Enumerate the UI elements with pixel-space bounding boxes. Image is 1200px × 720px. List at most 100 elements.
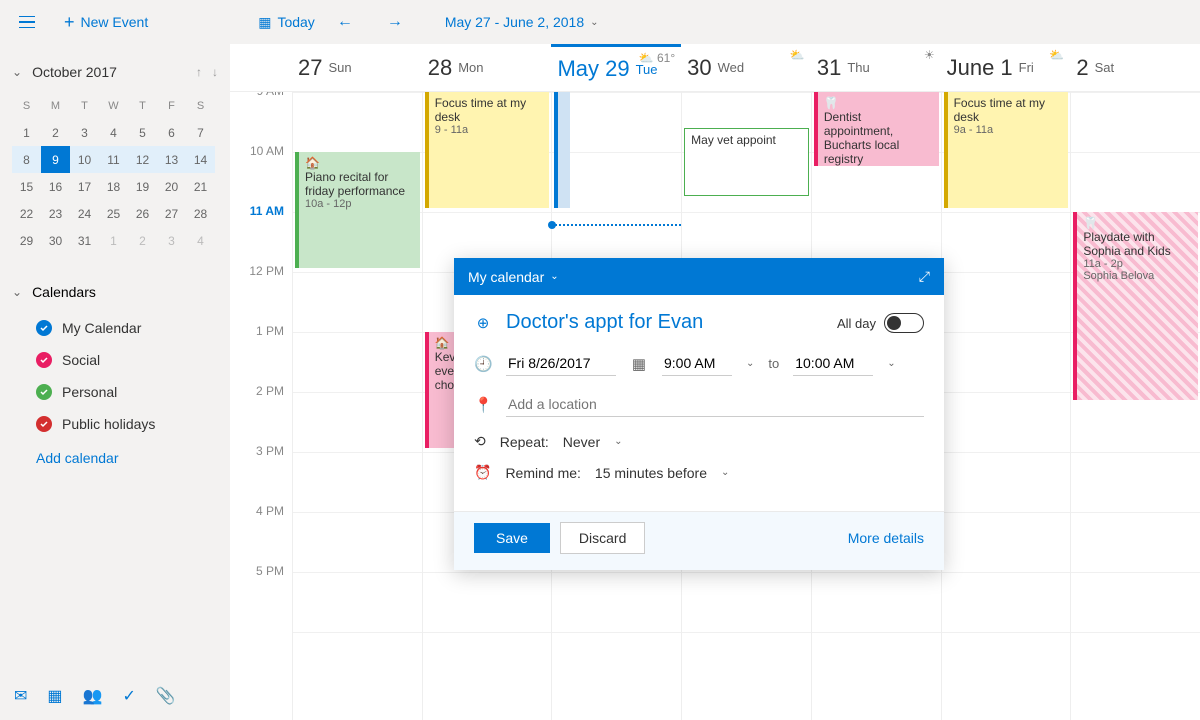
calendar-icon[interactable]: ▦ <box>47 686 62 706</box>
attach-icon[interactable]: 📎 <box>156 686 176 706</box>
mini-cal-day[interactable]: 10 <box>70 146 99 173</box>
calendar-item[interactable]: My Calendar <box>12 312 218 344</box>
chevron-down-icon[interactable]: ⌄ <box>887 358 895 369</box>
calendar-event[interactable]: 🏠 Piano recital for friday performance10… <box>295 152 420 268</box>
mini-cal-day[interactable]: 15 <box>12 173 41 200</box>
expand-icon[interactable]: ⤢ <box>919 268 930 285</box>
next-week-button[interactable]: → <box>375 13 415 31</box>
calendar-picker-icon[interactable]: ▦ <box>630 355 648 373</box>
calendar-color-dot <box>36 416 52 432</box>
prev-week-button[interactable]: ← <box>325 13 365 31</box>
tasks-icon[interactable]: ✓ <box>122 686 135 706</box>
chevron-down-icon[interactable]: ⌄ <box>721 467 729 478</box>
day-header[interactable]: 30 Wed⛅ <box>681 44 811 91</box>
prev-month-button[interactable]: ↑ <box>196 65 202 79</box>
calendar-event[interactable]: May vet appoint <box>684 128 809 196</box>
mini-cal-day[interactable]: 26 <box>128 200 157 227</box>
day-header[interactable]: June 1 Fri⛅ <box>941 44 1071 91</box>
mini-cal-day[interactable]: 24 <box>70 200 99 227</box>
day-header[interactable]: 31 Thu☀ <box>811 44 941 91</box>
mini-cal-day[interactable]: 1 <box>99 227 128 254</box>
chevron-down-icon[interactable]: ⌄ <box>614 436 622 447</box>
mini-cal-day[interactable]: 30 <box>41 227 70 254</box>
mini-cal-day[interactable]: 4 <box>99 119 128 146</box>
remind-value[interactable]: 15 minutes before <box>595 465 707 481</box>
day-column[interactable]: Focus time at my desk9a - 11a <box>941 92 1071 720</box>
calendar-event[interactable]: 🦷 Playdate with Sophia and Kids11a - 2pS… <box>1073 212 1198 400</box>
mini-cal-day[interactable]: 3 <box>157 227 186 254</box>
mini-cal-day[interactable]: 7 <box>186 119 215 146</box>
calendar-item[interactable]: Public holidays <box>12 408 218 440</box>
mini-cal-day[interactable]: 14 <box>186 146 215 173</box>
mini-cal-day[interactable]: 21 <box>186 173 215 200</box>
mini-cal-day[interactable]: 19 <box>128 173 157 200</box>
add-calendar-button[interactable]: Add calendar <box>12 440 218 476</box>
mini-cal-day[interactable]: 28 <box>186 200 215 227</box>
bottom-nav: ✉ ▦ 👥 ✓ 📎 <box>14 686 176 706</box>
mini-cal-day[interactable]: 9 <box>41 146 70 173</box>
mini-cal-day[interactable]: 22 <box>12 200 41 227</box>
mini-cal-day[interactable]: 20 <box>157 173 186 200</box>
mini-cal-day[interactable]: 16 <box>41 173 70 200</box>
mini-cal-day[interactable]: 6 <box>157 119 186 146</box>
today-button[interactable]: ▦ Today <box>258 14 315 31</box>
repeat-value[interactable]: Never <box>563 434 600 450</box>
mail-icon[interactable]: ✉ <box>14 686 27 706</box>
mini-cal-day[interactable]: 4 <box>186 227 215 254</box>
day-header[interactable]: May 29 Tue⛅ 61° <box>551 44 681 91</box>
allday-toggle[interactable] <box>884 313 924 333</box>
popup-calendar-name[interactable]: My calendar <box>468 269 544 285</box>
mini-cal-day[interactable]: 2 <box>128 227 157 254</box>
weather-icon: ⛅ 61° <box>639 51 675 65</box>
event-title-input[interactable] <box>506 311 823 335</box>
weekday-header: S <box>186 92 215 119</box>
end-time-input[interactable] <box>793 351 873 376</box>
mini-cal-day[interactable]: 27 <box>157 200 186 227</box>
chevron-down-icon[interactable]: ⌄ <box>746 358 754 369</box>
weekday-header: T <box>70 92 99 119</box>
calendar-event[interactable] <box>554 92 570 208</box>
new-event-button[interactable]: + New Event <box>54 6 158 39</box>
mini-cal-day[interactable]: 23 <box>41 200 70 227</box>
mini-cal-day[interactable]: 13 <box>157 146 186 173</box>
mini-cal-day[interactable]: 11 <box>99 146 128 173</box>
start-time-input[interactable] <box>662 351 732 376</box>
date-input[interactable] <box>506 351 616 376</box>
chevron-down-icon: ⌄ <box>550 271 558 282</box>
day-header[interactable]: 2 Sat <box>1070 44 1200 91</box>
calendars-header[interactable]: ⌄ Calendars <box>12 284 218 300</box>
calendar-event[interactable]: 🦷 Dentist appointment, Bucharts local re… <box>814 92 939 166</box>
mini-cal-day[interactable]: 12 <box>128 146 157 173</box>
mini-cal-day[interactable]: 1 <box>12 119 41 146</box>
mini-cal-day[interactable]: 29 <box>12 227 41 254</box>
hamburger-menu[interactable] <box>10 5 44 39</box>
location-input[interactable] <box>506 392 924 417</box>
mini-cal-day[interactable]: 3 <box>70 119 99 146</box>
mini-cal-day[interactable]: 5 <box>128 119 157 146</box>
day-header[interactable]: 27 Sun <box>292 44 422 91</box>
date-range-picker[interactable]: May 27 - June 2, 2018 ⌄ <box>445 14 599 30</box>
calendar-event[interactable]: Focus time at my desk9a - 11a <box>944 92 1069 208</box>
discard-button[interactable]: Discard <box>560 522 645 554</box>
mini-cal-day[interactable]: 8 <box>12 146 41 173</box>
calendar-item[interactable]: Social <box>12 344 218 376</box>
mini-calendar: SMTWTFS 12345678910111213141516171819202… <box>12 92 218 254</box>
mini-cal-day[interactable]: 31 <box>70 227 99 254</box>
location-icon: 📍 <box>474 396 492 414</box>
month-collapse[interactable]: ⌄ <box>12 65 22 79</box>
more-details-link[interactable]: More details <box>848 530 924 546</box>
mini-cal-day[interactable]: 25 <box>99 200 128 227</box>
day-column[interactable]: 🦷 Playdate with Sophia and Kids11a - 2pS… <box>1070 92 1200 720</box>
time-label: 5 PM <box>230 564 292 624</box>
calendar-event[interactable]: Focus time at my desk9 - 11a <box>425 92 550 208</box>
next-month-button[interactable]: ↓ <box>212 65 218 79</box>
calendar-item[interactable]: Personal <box>12 376 218 408</box>
day-column[interactable]: 🏠 Piano recital for friday performance10… <box>292 92 422 720</box>
mini-cal-day[interactable]: 18 <box>99 173 128 200</box>
mini-cal-day[interactable]: 17 <box>70 173 99 200</box>
day-header[interactable]: 28 Mon <box>422 44 552 91</box>
popup-header: My calendar ⌄ ⤢ <box>454 258 944 295</box>
mini-cal-day[interactable]: 2 <box>41 119 70 146</box>
people-icon[interactable]: 👥 <box>83 686 103 706</box>
save-button[interactable]: Save <box>474 523 550 553</box>
